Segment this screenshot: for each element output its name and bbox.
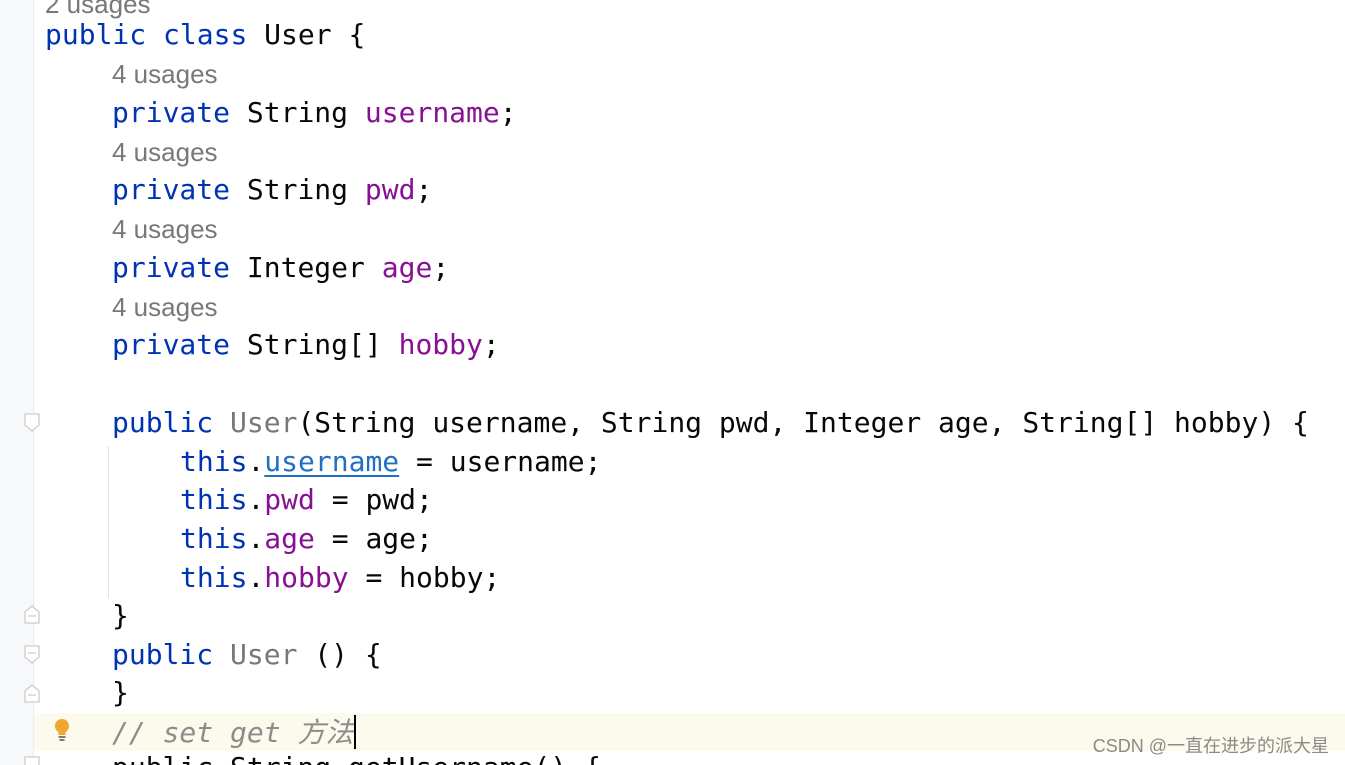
keyword: private [112, 328, 231, 361]
keyword: this [180, 445, 248, 478]
usages-hint[interactable]: 4 usages [112, 133, 218, 172]
assignment-rest: = pwd; [314, 483, 433, 516]
comment-cjk-text: 方法 [297, 716, 354, 749]
keyword: class [163, 18, 248, 51]
semicolon: ; [415, 173, 433, 206]
keyword: private [112, 173, 231, 206]
comment-text: // set get [112, 716, 298, 749]
dot: . [247, 522, 265, 555]
semicolon: ; [432, 251, 450, 284]
assignment-rest: = username; [399, 445, 602, 478]
comment-line[interactable]: // set get 方法 [112, 713, 353, 752]
brace: { [331, 18, 366, 51]
field-reference[interactable]: pwd [264, 483, 315, 516]
assignment-statement[interactable]: this.age = age; [180, 519, 433, 558]
class-name[interactable]: User [264, 18, 331, 51]
fold-end-icon[interactable] [23, 603, 41, 625]
semicolon: ; [499, 96, 517, 129]
fold-end-icon[interactable] [23, 682, 41, 704]
keyword: private [112, 96, 231, 129]
field-declaration[interactable]: private String username; [112, 93, 517, 132]
text-caret [354, 715, 356, 749]
fold-collapse-icon[interactable] [23, 412, 41, 434]
fold-collapse-icon[interactable] [23, 644, 41, 666]
indent-guide [108, 446, 109, 598]
assignment-statement[interactable]: this.pwd = pwd; [180, 480, 433, 519]
assignment-rest: = hobby; [348, 561, 501, 594]
constructor-rest: () { [297, 638, 382, 671]
field-reference-link[interactable]: username [264, 445, 399, 478]
fold-collapse-icon[interactable] [23, 755, 41, 765]
lightbulb-icon[interactable] [52, 717, 72, 743]
type-name: String [246, 96, 349, 129]
field-reference[interactable]: age [264, 522, 315, 555]
constructor-declaration[interactable]: public User(String username, String pwd,… [112, 403, 1309, 442]
type-name: String[] [246, 328, 382, 361]
constructor-name[interactable]: User [230, 638, 297, 671]
keyword: this [180, 522, 248, 555]
method-declaration-partial[interactable]: public String getUsername() { [112, 748, 601, 765]
watermark: CSDN @一直在进步的派大星 [1092, 736, 1329, 756]
assignment-statement[interactable]: this.username = username; [180, 442, 601, 481]
keyword: public [45, 18, 147, 51]
closing-brace[interactable]: } [112, 673, 129, 712]
field-name[interactable]: hobby [399, 328, 483, 361]
keyword: private [112, 251, 231, 284]
constructor-name[interactable]: User [230, 406, 297, 439]
field-name[interactable]: pwd [365, 173, 416, 206]
field-declaration[interactable]: private String[] hobby; [112, 325, 500, 364]
keyword: public [112, 406, 214, 439]
editor-gutter[interactable] [0, 0, 40, 765]
constructor-declaration[interactable]: public User () { [112, 635, 382, 674]
type-name: Integer [246, 251, 365, 284]
usages-hint[interactable]: 4 usages [112, 55, 218, 94]
semicolon: ; [482, 328, 500, 361]
constructor-params: (String username, String pwd, Integer ag… [297, 406, 1309, 439]
code-editor[interactable]: 2 usages public class User { 4 usages pr… [0, 0, 1345, 765]
field-declaration[interactable]: private Integer age; [112, 248, 449, 287]
usages-hint[interactable]: 4 usages [112, 288, 218, 327]
assignment-statement[interactable]: this.hobby = hobby; [180, 558, 500, 597]
dot: . [247, 483, 265, 516]
dot: . [247, 561, 265, 594]
keyword: this [180, 561, 248, 594]
usages-hint[interactable]: 4 usages [112, 210, 218, 249]
keyword: public [112, 638, 214, 671]
field-declaration[interactable]: private String pwd; [112, 170, 432, 209]
class-declaration[interactable]: public class User { [45, 15, 365, 54]
field-name[interactable]: username [365, 96, 500, 129]
dot: . [247, 445, 265, 478]
field-name[interactable]: age [382, 251, 433, 284]
field-reference[interactable]: hobby [264, 561, 348, 594]
assignment-rest: = age; [314, 522, 433, 555]
type-name: String [246, 173, 349, 206]
closing-brace[interactable]: } [112, 596, 129, 635]
keyword: this [180, 483, 248, 516]
